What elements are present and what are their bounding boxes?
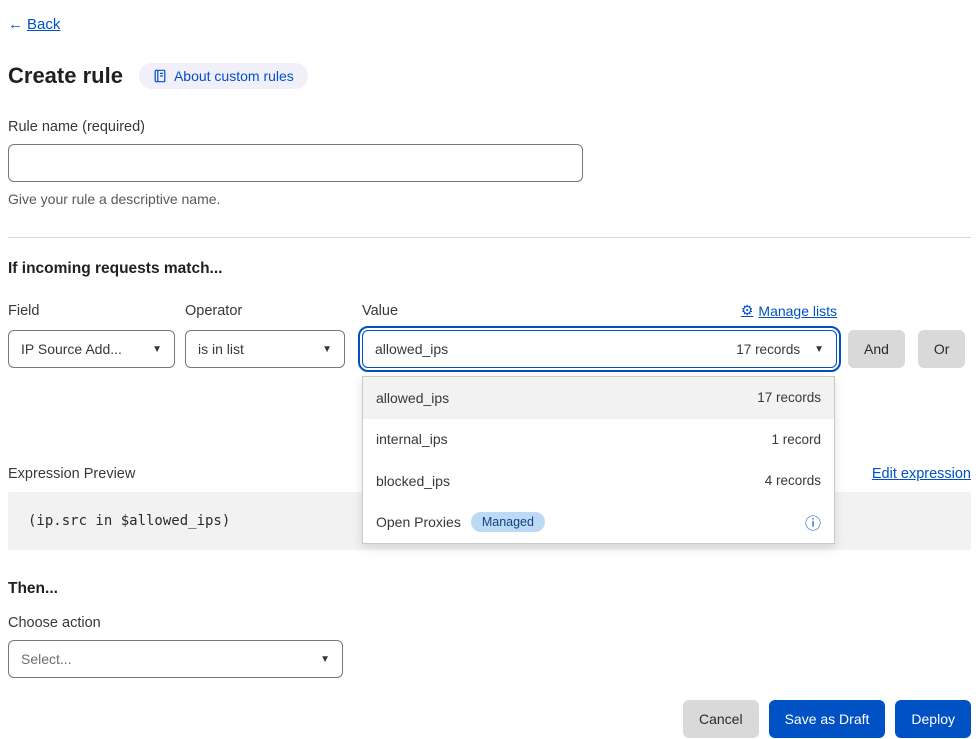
value-select[interactable]: allowed_ips 17 records ▼ — [362, 330, 837, 368]
rule-name-input[interactable] — [8, 144, 583, 182]
list-item-internal-ips[interactable]: internal_ips 1 record — [363, 419, 834, 461]
choose-action-label: Choose action — [8, 615, 971, 631]
and-button[interactable]: And — [848, 330, 905, 368]
action-select[interactable]: Select... ▼ — [8, 640, 343, 678]
value-select-value: allowed_ips — [375, 341, 448, 357]
manage-lists-link[interactable]: ⚙Manage lists — [741, 302, 837, 319]
managed-badge: Managed — [471, 512, 545, 532]
footer-actions: Cancel Save as Draft Deploy — [8, 700, 971, 738]
value-column-label: Value — [362, 303, 398, 319]
list-item-name: blocked_ips — [376, 473, 450, 489]
title-row: Create rule About custom rules — [8, 63, 971, 89]
cancel-button[interactable]: Cancel — [683, 700, 759, 738]
back-label: Back — [27, 16, 60, 33]
operator-select-value: is in list — [198, 341, 244, 357]
list-item-name: allowed_ips — [376, 390, 449, 406]
section-divider — [8, 237, 971, 238]
rule-name-label: Rule name (required) — [8, 119, 971, 135]
about-custom-rules-badge[interactable]: About custom rules — [139, 63, 308, 89]
value-select-records: 17 records — [736, 342, 800, 357]
match-labels-row: Field Operator Value ⚙Manage lists — [8, 302, 971, 319]
chevron-down-icon: ▼ — [152, 344, 162, 355]
chevron-down-icon: ▼ — [320, 654, 330, 665]
manage-lists-label: Manage lists — [758, 303, 837, 319]
list-item-records: 1 record — [771, 432, 821, 447]
about-badge-label: About custom rules — [174, 68, 294, 84]
list-item-allowed-ips[interactable]: allowed_ips 17 records — [363, 377, 834, 419]
action-select-placeholder: Select... — [21, 651, 72, 667]
rule-name-helper: Give your rule a descriptive name. — [8, 191, 971, 207]
save-as-draft-button[interactable]: Save as Draft — [769, 700, 886, 738]
value-dropdown-menu: allowed_ips 17 records internal_ips 1 re… — [362, 376, 835, 544]
info-icon[interactable]: ⓘ — [805, 510, 821, 534]
list-item-open-proxies[interactable]: Open Proxies Managed ⓘ — [363, 502, 834, 544]
page-title: Create rule — [8, 63, 123, 89]
then-heading: Then... — [8, 580, 971, 598]
deploy-button[interactable]: Deploy — [895, 700, 971, 738]
back-arrow-icon: ← — [8, 16, 23, 33]
match-selects-row: IP Source Add... ▼ is in list ▼ allowed_… — [8, 330, 971, 368]
field-select-value: IP Source Add... — [21, 341, 122, 357]
field-select[interactable]: IP Source Add... ▼ — [8, 330, 175, 368]
back-link[interactable]: ←Back — [8, 16, 60, 33]
expression-preview-label: Expression Preview — [8, 466, 135, 482]
list-item-records: 17 records — [757, 390, 821, 405]
list-item-name: Open Proxies — [376, 514, 461, 530]
value-select-wrap: allowed_ips 17 records ▼ allowed_ips 17 … — [362, 330, 837, 368]
list-item-name: internal_ips — [376, 431, 448, 447]
list-item-records: 4 records — [765, 473, 821, 488]
or-button[interactable]: Or — [918, 330, 966, 368]
book-icon — [153, 69, 167, 83]
match-section-heading: If incoming requests match... — [8, 260, 971, 278]
operator-select[interactable]: is in list ▼ — [185, 330, 345, 368]
create-rule-page: ←Back Create rule About custom rules Rul… — [0, 0, 979, 738]
operator-column-label: Operator — [185, 303, 362, 319]
edit-expression-link[interactable]: Edit expression — [872, 466, 971, 482]
list-item-blocked-ips[interactable]: blocked_ips 4 records — [363, 460, 834, 502]
field-column-label: Field — [8, 303, 185, 319]
gear-icon: ⚙ — [741, 302, 754, 319]
back-row: ←Back — [8, 16, 971, 33]
chevron-down-icon: ▼ — [322, 344, 332, 355]
chevron-down-icon: ▼ — [814, 344, 824, 355]
